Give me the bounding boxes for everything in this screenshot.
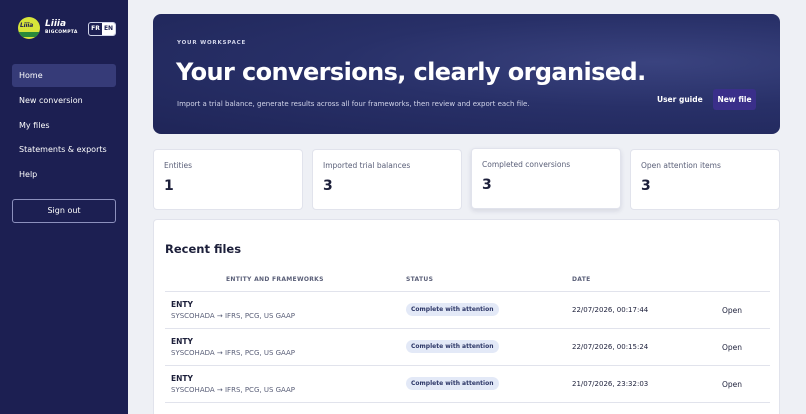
recent-files-title: Recent files: [165, 242, 242, 256]
hero-kicker: YOUR WORKSPACE: [177, 40, 247, 46]
stat-label: Imported trial balances: [323, 161, 411, 170]
row-entity: ENTY: [171, 300, 193, 309]
stat-value: 3: [641, 178, 651, 194]
row-entity: ENTY: [171, 374, 193, 383]
user-guide-button[interactable]: User guide: [657, 94, 703, 105]
row-frameworks: SYSCOHADA → IFRS, PCG, US GAAP: [171, 312, 296, 320]
table-row[interactable]: ENTY SYSCOHADA → IFRS, PCG, US GAAP Comp…: [165, 366, 770, 403]
stat-label: Entities: [164, 161, 193, 170]
row-entity: ENTY: [171, 337, 193, 346]
open-file-link[interactable]: Open: [722, 306, 742, 315]
sidebar-item-help[interactable]: Help: [12, 163, 116, 186]
row-date: 22/07/2026, 00:17:44: [572, 306, 649, 314]
row-date: 21/07/2026, 23:32:03: [572, 380, 649, 388]
sidebar: Liiia Liiia BIGCOMPTA FR EN Home New con…: [0, 0, 128, 414]
row-frameworks: SYSCOHADA → IFRS, PCG, US GAAP: [171, 386, 296, 394]
logo-icon: Liiia: [18, 17, 40, 39]
sidebar-item-statements-exports[interactable]: Statements & exports: [12, 138, 116, 161]
stat-value: 3: [323, 178, 333, 194]
stat-card-entities: Entities 1: [153, 149, 303, 210]
brand[interactable]: Liiia Liiia BIGCOMPTA: [18, 17, 78, 39]
sidebar-item-my-files[interactable]: My files: [12, 114, 116, 137]
column-header-entity: ENTITY AND FRAMEWORKS: [226, 276, 324, 283]
sidebar-nav: Home New conversion My files Statements …: [12, 64, 116, 188]
stat-label: Open attention items: [641, 161, 721, 170]
sidebar-item-new-conversion[interactable]: New conversion: [12, 89, 116, 112]
sign-out-button[interactable]: Sign out: [12, 199, 116, 223]
row-date: 22/07/2026, 00:15:24: [572, 343, 649, 351]
brand-subtitle: BIGCOMPTA: [45, 30, 78, 36]
language-switcher: FR EN: [88, 22, 116, 36]
table-row[interactable]: ENTY SYSCOHADA → IFRS, PCG, US GAAP Comp…: [165, 329, 770, 366]
stat-value: 1: [164, 178, 174, 194]
new-file-button[interactable]: New file: [713, 89, 756, 110]
lang-en-button[interactable]: EN: [102, 23, 115, 35]
brand-name: Liiia: [45, 19, 67, 30]
stat-value: 3: [482, 177, 492, 193]
stat-card-imported-trial-balances: Imported trial balances 3: [312, 149, 462, 210]
open-file-link[interactable]: Open: [722, 380, 742, 389]
table-row[interactable]: ENTY SYSCOHADA → IFRS, PCG, US GAAP Comp…: [165, 292, 770, 329]
sidebar-item-home[interactable]: Home: [12, 64, 116, 87]
column-header-status: STATUS: [406, 276, 434, 283]
hero-subtitle: Import a trial balance, generate results…: [177, 100, 530, 108]
status-badge: Complete with attention: [406, 377, 499, 390]
recent-files-panel: Recent files ENTITY AND FRAMEWORKS STATU…: [153, 219, 780, 414]
column-header-date: DATE: [572, 276, 591, 283]
stat-card-completed-conversions: Completed conversions 3: [471, 148, 621, 209]
open-file-link[interactable]: Open: [722, 343, 742, 352]
row-frameworks: SYSCOHADA → IFRS, PCG, US GAAP: [171, 349, 296, 357]
lang-fr-button[interactable]: FR: [89, 23, 102, 35]
status-badge: Complete with attention: [406, 303, 499, 316]
page-title: Your conversions, clearly organised.: [176, 58, 646, 86]
stat-card-open-attention-items: Open attention items 3: [630, 149, 780, 210]
stat-label: Completed conversions: [482, 160, 571, 169]
workspace-hero: YOUR WORKSPACE Your conversions, clearly…: [153, 14, 780, 134]
status-badge: Complete with attention: [406, 340, 499, 353]
